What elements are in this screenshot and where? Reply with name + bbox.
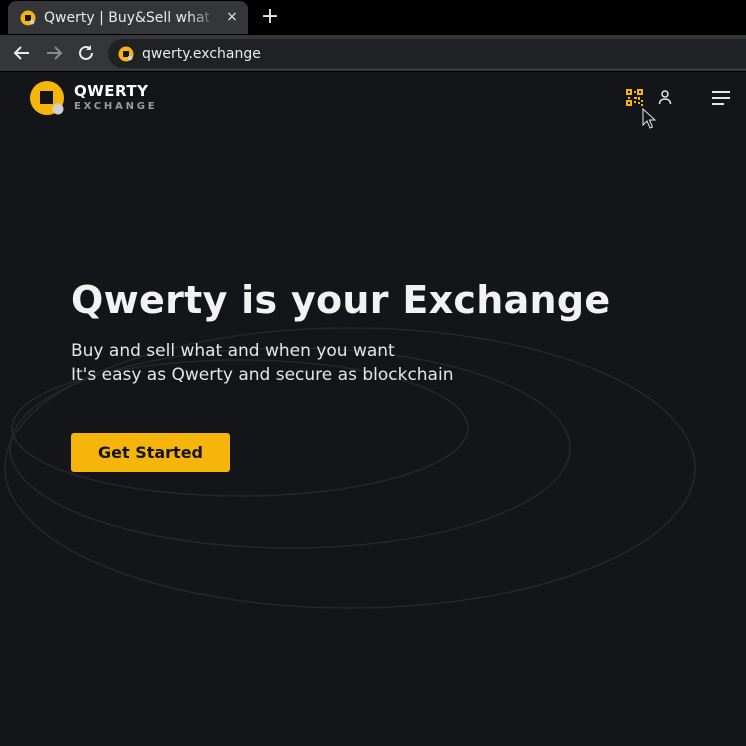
reload-icon[interactable] — [75, 42, 97, 64]
hero-subtitle-line: It's easy as Qwerty and secure as blockc… — [71, 365, 454, 385]
browser-tab[interactable]: Qwerty | Buy&Sell what and when you want… — [8, 1, 248, 34]
tab-title: Qwerty | Buy&Sell what and when you want — [44, 9, 216, 26]
hero-title: Qwerty is your Exchange — [71, 278, 611, 322]
background-rings — [4, 327, 696, 609]
qwerty-favicon-icon — [20, 10, 36, 25]
hero-subtitle: Buy and sell what and when you want It's… — [71, 339, 453, 387]
logo-text-secondary: EXCHANGE — [74, 101, 158, 112]
logo-text-primary: QWERTY — [74, 82, 149, 100]
new-tab-button[interactable]: + — [259, 6, 281, 28]
user-icon[interactable] — [657, 89, 673, 105]
hamburger-menu-icon[interactable] — [710, 89, 732, 105]
back-arrow-icon[interactable] — [11, 42, 33, 64]
logo-mark-icon — [30, 81, 64, 115]
browser-tab-bar: Qwerty | Buy&Sell what and when you want… — [0, 0, 746, 35]
browser-toolbar: qwerty.exchange — [0, 35, 746, 72]
qr-code-icon[interactable] — [626, 89, 643, 106]
site-favicon-icon — [118, 46, 134, 61]
mouse-cursor-icon — [642, 108, 656, 129]
tab-close-icon[interactable]: × — [224, 9, 240, 25]
url-text: qwerty.exchange — [142, 45, 261, 62]
address-bar[interactable]: qwerty.exchange — [108, 39, 746, 68]
qwerty-logo[interactable]: QWERTY EXCHANGE — [28, 79, 157, 117]
page: QWERTY EXCHANGE Qwerty is your Exchange … — [0, 73, 746, 746]
hero-subtitle-line: Buy and sell what and when you want — [71, 341, 395, 361]
get-started-button[interactable]: Get Started — [71, 433, 230, 472]
forward-arrow-icon[interactable] — [43, 42, 65, 64]
